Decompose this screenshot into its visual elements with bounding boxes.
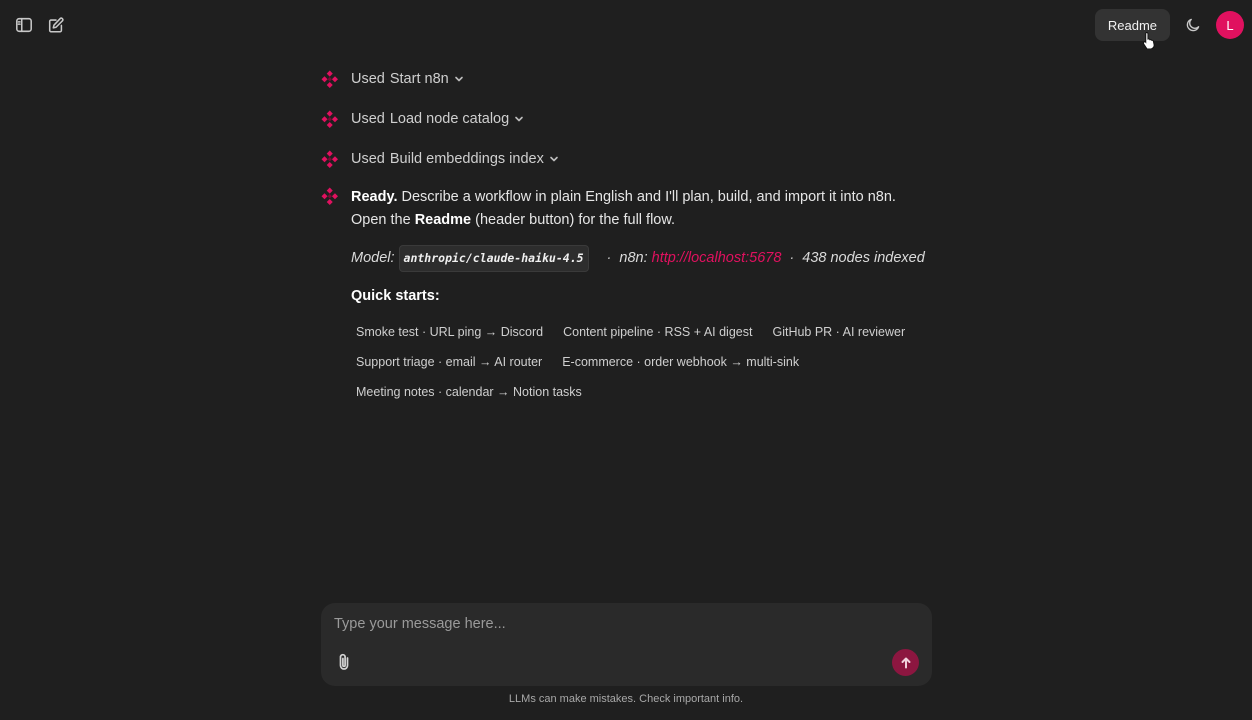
tool-call-label[interactable]: Used Build embeddings index [351, 151, 559, 167]
n8n-logo-icon [321, 70, 338, 88]
quick-start-chip[interactable]: GitHub PR · AI reviewer [767, 317, 910, 347]
n8n-logo-icon [321, 187, 338, 205]
tool-call-item[interactable]: Used Start n8n [320, 66, 932, 92]
chat-thread: Used Start n8n Used Load node catalog Used… [320, 66, 932, 407]
readme-mention: Readme [414, 212, 472, 228]
ready-label: Ready. [351, 189, 398, 205]
header-right: Readme L [1094, 9, 1244, 41]
header-left [14, 15, 66, 35]
model-label: Model: [351, 250, 395, 266]
chevron-down-icon [550, 156, 558, 162]
arrow-up-icon [901, 657, 910, 668]
message-body: Ready. Describe a workflow in plain Engl… [351, 186, 931, 407]
disclaimer-text: LLMs can make mistakes. Check important … [508, 693, 744, 705]
tool-name: Start n8n [389, 71, 449, 87]
message-input[interactable] [334, 613, 894, 635]
tool-call-label[interactable]: Used Start n8n [351, 71, 464, 87]
moon-icon[interactable] [1180, 10, 1206, 40]
nodes-indexed: 438 nodes indexed [802, 250, 925, 266]
tool-prefix: Used [351, 151, 385, 167]
tool-call-item[interactable]: Used Build embeddings index [320, 146, 932, 172]
model-value: anthropic/claude-haiku-4.5 [398, 245, 589, 272]
n8n-logo-icon [321, 110, 338, 128]
n8n-label: n8n: [619, 250, 648, 266]
chevron-down-icon [454, 76, 463, 82]
message-composer [321, 603, 932, 686]
sidebar-toggle-icon[interactable] [14, 15, 34, 35]
tool-prefix: Used [351, 71, 385, 87]
paperclip-icon[interactable] [335, 652, 353, 672]
quick-starts-title: Quick starts: [351, 288, 440, 304]
separator: · [606, 250, 612, 266]
send-button[interactable] [892, 649, 919, 676]
quick-starts-list: Smoke test · URL ping → Discord Content … [351, 317, 931, 407]
quick-start-chip[interactable]: Meeting notes · calendar → Notion tasks [351, 377, 587, 407]
assistant-message: Ready. Describe a workflow in plain Engl… [320, 186, 932, 407]
app-root: Readme L Used Start n8n Used Load node cat… [0, 0, 1252, 720]
chevron-down-icon [515, 116, 523, 122]
message-intro: Ready. Describe a workflow in plain Engl… [351, 186, 931, 232]
message-line2: (header button) for the full flow. [475, 212, 676, 228]
avatar[interactable]: L [1216, 11, 1244, 39]
mouse-pointer-icon [1143, 32, 1155, 49]
quick-start-chip[interactable]: Support triage · email → AI router [351, 347, 547, 377]
new-chat-icon[interactable] [46, 15, 66, 35]
readme-button[interactable]: Readme [1094, 9, 1170, 41]
tool-prefix: Used [351, 111, 385, 127]
n8n-logo-icon [321, 150, 338, 168]
tool-name: Load node catalog [389, 111, 510, 127]
quick-start-chip[interactable]: Content pipeline · RSS + AI digest [558, 317, 757, 347]
quick-start-chip[interactable]: Smoke test · URL ping → Discord [351, 317, 548, 347]
meta-line: Model: anthropic/claude-haiku-4.5 · n8n:… [351, 245, 931, 272]
tool-name: Build embeddings index [389, 151, 544, 167]
tool-call-label[interactable]: Used Load node catalog [351, 111, 524, 127]
n8n-url-link[interactable]: http://localhost:5678 [652, 247, 782, 270]
tool-call-item[interactable]: Used Load node catalog [320, 106, 932, 132]
quick-start-chip[interactable]: E-commerce · order webhook → multi-sink [557, 347, 804, 377]
separator: · [789, 250, 795, 266]
